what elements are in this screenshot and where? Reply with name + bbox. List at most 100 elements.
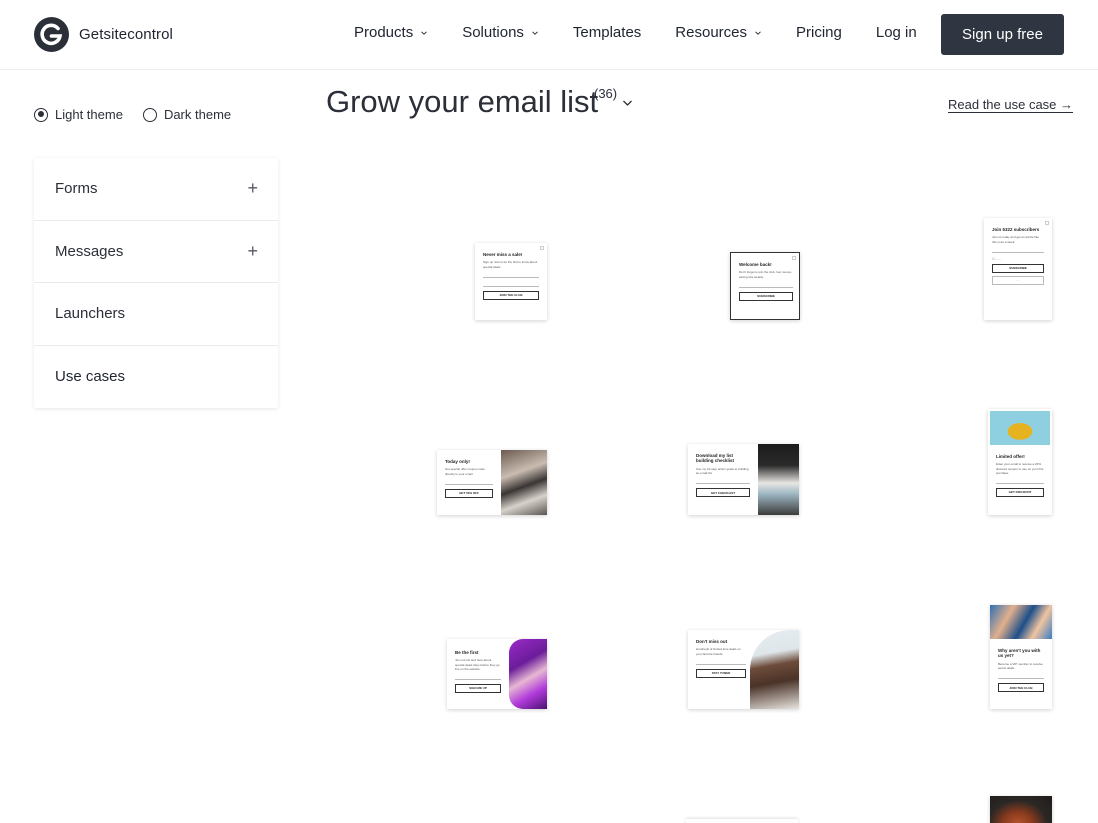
card-button: JOIN THE CLUB [483, 290, 539, 300]
sidebar-item-label: Forms [55, 180, 98, 198]
card-text: Don't forget to join the club. Get money… [739, 270, 792, 279]
chevron-down-icon[interactable] [622, 99, 633, 107]
template-count: (36) [594, 86, 618, 101]
nav-pricing[interactable]: Pricing [796, 24, 842, 41]
card-button: JOIN THE CLUB [998, 683, 1044, 693]
card-text: Get special offer coupon code directly t… [445, 467, 485, 476]
card-heading: Limited offer! [996, 454, 1025, 459]
nav-products[interactable]: Products [354, 24, 428, 41]
card-heading: Download my list building checklist [696, 453, 735, 464]
sidebar-item-forms[interactable]: Forms + [34, 158, 278, 221]
radio-selected-icon [34, 107, 48, 122]
card-photo [509, 639, 547, 709]
dark-theme-label: Dark theme [163, 107, 232, 122]
card-button: SIGN ME UP [455, 683, 501, 693]
chevron-down-icon [421, 30, 428, 35]
card-text: Become a VIP member to receive secret de… [998, 661, 1043, 670]
brand-name: Getsitecontrol [79, 26, 173, 43]
card-secondary-button: · · · [992, 275, 1044, 285]
card-text: Sign up now to be the first to know abou… [483, 260, 538, 269]
card-email-field [455, 675, 501, 680]
sidebar-item-label: Messages [55, 242, 124, 260]
sidebar-item-label: Launchers [55, 305, 126, 323]
card-heading: Be the first [455, 650, 479, 655]
theme-switcher: Light theme Dark theme [34, 107, 251, 122]
template-card[interactable] [686, 819, 798, 823]
plus-icon: + [247, 178, 258, 199]
dark-theme-radio[interactable]: Dark theme [142, 107, 232, 122]
card-photo [750, 630, 799, 709]
card-heading: Never miss a sale! [483, 252, 523, 257]
card-button: SUBSCRIBE [992, 263, 1044, 273]
template-card[interactable]: Why aren't you with us yet? Become a VIP… [990, 605, 1052, 709]
signup-button[interactable]: Sign up free [941, 14, 1064, 55]
light-theme-radio[interactable]: Light theme [34, 107, 123, 122]
brand-logo[interactable]: Getsitecontrol [34, 17, 173, 52]
card-heading: Why aren't you with us yet? [998, 648, 1041, 659]
template-card[interactable] [990, 796, 1052, 823]
card-heading: Welcome back! [739, 262, 772, 267]
card-text: Hundreds of limited-time deals on your f… [696, 647, 741, 656]
card-button: GET DISCOUNT [996, 487, 1044, 497]
light-theme-label: Light theme [55, 107, 123, 122]
card-photo [990, 796, 1052, 823]
card-email-field [996, 479, 1044, 484]
plus-icon: + [247, 240, 258, 261]
chevron-down-icon [532, 30, 538, 35]
nav-templates[interactable]: Templates [573, 24, 641, 41]
card-heading: Don't miss out [696, 639, 728, 644]
card-button: GET CHECKLIST [696, 488, 750, 498]
card-email-field [992, 248, 1044, 253]
card-email-field [483, 282, 539, 287]
card-email-field [483, 273, 539, 278]
template-card[interactable]: Be the first Join our list and hear abou… [447, 639, 547, 709]
card-photo [990, 605, 1052, 639]
card-photo [990, 411, 1050, 445]
card-checkbox: ☐ ······ [992, 256, 1002, 261]
sidebar-item-messages[interactable]: Messages + [34, 221, 278, 283]
template-card[interactable]: Welcome back! Don't forget to join the c… [730, 252, 800, 320]
radio-unselected-icon [142, 107, 157, 122]
read-use-case-link[interactable]: Read the use case → [948, 97, 1073, 112]
sidebar-item-launchers[interactable]: Launchers [34, 283, 278, 346]
page-title: Grow your email list [326, 84, 599, 119]
card-heading: Join 5322 subscribers [992, 227, 1040, 232]
top-navbar: Getsitecontrol Products Solutions Templa… [0, 0, 1098, 70]
card-photo [501, 450, 547, 515]
category-sidebar: Forms + Messages + Launchers Use cases [34, 158, 278, 408]
template-card[interactable]: Don't miss out Hundreds of limited-time … [688, 630, 799, 709]
template-card[interactable]: Download my list building checklist Use … [688, 444, 799, 515]
template-card[interactable]: Join 5322 subscribers Join us today and … [984, 218, 1052, 320]
card-button: STAY TUNED [696, 668, 746, 678]
template-card[interactable]: Limited offer! Enter your email to recei… [988, 409, 1052, 515]
card-email-field [696, 660, 746, 665]
card-button: SUBSCRIBE [739, 291, 793, 301]
card-button: GET 50% OFF [445, 488, 493, 498]
nav-solutions-label: Solutions [462, 24, 524, 41]
logo-icon [34, 17, 69, 52]
card-email-field [696, 479, 750, 485]
card-text: Use my 10-step action guide to building … [696, 466, 749, 475]
card-text: Enter your email to receive a 20% discou… [996, 462, 1044, 475]
main-nav: Products Solutions Templates Resources P… [354, 24, 951, 41]
card-email-field [998, 674, 1044, 680]
nav-resources-label: Resources [675, 24, 747, 41]
nav-login[interactable]: Log in [876, 24, 917, 41]
nav-pricing-label: Pricing [796, 24, 842, 41]
nav-login-label: Log in [875, 24, 917, 41]
sidebar-item-label: Use cases [55, 368, 126, 386]
nav-products-label: Products [354, 24, 414, 41]
nav-resources[interactable]: Resources [675, 24, 762, 41]
chevron-down-icon [755, 30, 761, 35]
card-text: Join our list and hear about special dea… [455, 658, 500, 671]
card-email-field [739, 283, 793, 288]
card-photo [758, 444, 799, 515]
card-email-field [445, 480, 493, 485]
card-text: Join us today and get an article like th… [992, 235, 1039, 244]
nav-templates-label: Templates [572, 24, 642, 41]
sidebar-item-use-cases[interactable]: Use cases [34, 346, 278, 409]
card-heading: Today only! [445, 459, 470, 464]
nav-solutions[interactable]: Solutions [462, 24, 539, 41]
template-card[interactable]: Never miss a sale! Sign up now to be the… [475, 243, 547, 320]
template-card[interactable]: Today only! Get special offer coupon cod… [437, 450, 547, 515]
